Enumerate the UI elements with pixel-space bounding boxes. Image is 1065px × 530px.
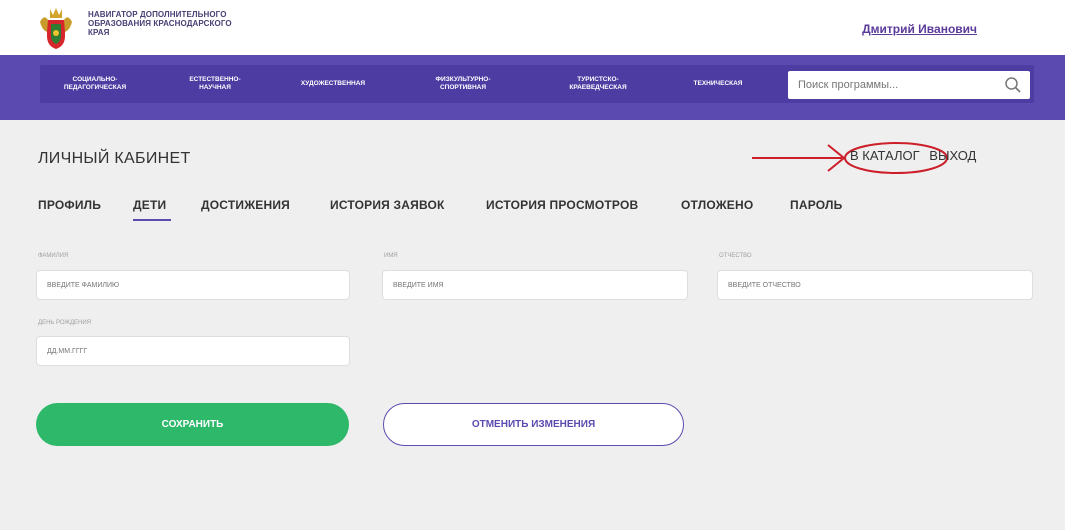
catalog-link[interactable]: В КАТАЛОГ [850,148,920,163]
logout-link[interactable]: ВЫХОД [929,148,976,163]
annotation-arrow [752,144,846,172]
user-name-link[interactable]: Дмитрий Иванович [862,22,977,36]
firstname-label: ИМЯ [384,253,398,259]
tab-password[interactable]: ПАРОЛЬ [790,198,842,212]
tab-deferred[interactable]: ОТЛОЖЕНО [681,198,753,212]
firstname-field [382,270,688,300]
patronymic-label: ОТЧЕСТВО [719,253,752,259]
nav-label: КРАЕВЕДЧЕСКАЯ [569,84,627,91]
nav-label: ХУДОЖЕСТВЕННАЯ [300,80,366,87]
birthdate-input[interactable] [37,337,349,365]
coat-of-arms-icon[interactable] [38,6,74,50]
cancel-changes-button[interactable]: ОТМЕНИТЬ ИЗМЕНЕНИЯ [383,403,684,446]
brand-name: НАВИГАТОР ДОПОЛНИТЕЛЬНОГО ОБРАЗОВАНИЯ КР… [88,10,288,37]
nav-label: ПЕДАГОГИЧЕСКАЯ [63,84,127,91]
birthdate-label: ДЕНЬ РОЖДЕНИЯ [38,320,91,326]
nav-label: СОЦИАЛЬНО- [72,76,118,83]
lastname-input[interactable] [37,271,349,299]
patronymic-input[interactable] [718,271,1032,299]
nav-item-sport[interactable]: ФИЗКУЛЬТУРНО- СПОРТИВНАЯ [410,65,516,103]
nav-item-technical[interactable]: ТЕХНИЧЕСКАЯ [678,65,758,103]
nav-label: НАУЧНАЯ [199,84,231,91]
nav-label: ТЕХНИЧЕСКАЯ [693,80,743,87]
save-button[interactable]: СОХРАНИТЬ [36,403,349,446]
header: НАВИГАТОР ДОПОЛНИТЕЛЬНОГО ОБРАЗОВАНИЯ КР… [0,0,1065,55]
nav-item-social[interactable]: СОЦИАЛЬНО- ПЕДАГОГИЧЕСКАЯ [40,65,150,103]
nav-label: ЕСТЕСТВЕННО- [189,76,241,83]
lastname-label: ФАМИЛИЯ [38,253,69,259]
nav-label: ТУРИСТСКО- [577,76,619,83]
category-nav: СОЦИАЛЬНО- ПЕДАГОГИЧЕСКАЯ ЕСТЕСТВЕННО- НАУ… [0,55,1065,120]
brand-line: ОБРАЗОВАНИЯ КРАСНОДАРСКОГО [88,19,232,28]
tab-achievements[interactable]: ДОСТИЖЕНИЯ [201,198,290,212]
nav-item-tourism[interactable]: ТУРИСТСКО- КРАЕВЕДЧЕСКАЯ [546,65,650,103]
firstname-input[interactable] [383,271,687,299]
search-input[interactable] [788,71,996,99]
lastname-field [36,270,350,300]
tab-application-history[interactable]: ИСТОРИЯ ЗАЯВОК [330,198,445,212]
nav-label: СПОРТИВНАЯ [439,84,487,91]
nav-label: ФИЗКУЛЬТУРНО- [435,76,491,83]
search-box [788,71,1030,99]
search-icon[interactable] [1004,76,1022,94]
birthdate-field [36,336,350,366]
brand-line: НАВИГАТОР ДОПОЛНИТЕЛЬНОГО [88,10,227,19]
tab-view-history[interactable]: ИСТОРИЯ ПРОСМОТРОВ [486,198,638,212]
patronymic-field [717,270,1033,300]
tab-profile[interactable]: ПРОФИЛЬ [38,198,101,212]
tab-children[interactable]: ДЕТИ [133,198,166,212]
page-title: ЛИЧНЫЙ КАБИНЕТ [38,150,191,167]
nav-item-science[interactable]: ЕСТЕСТВЕННО- НАУЧНАЯ [166,65,264,103]
brand-line: КРАЯ [88,28,110,37]
account-links: В КАТАЛОГ ВЫХОД [850,148,982,163]
nav-item-art[interactable]: ХУДОЖЕСТВЕННАЯ [284,65,382,103]
active-tab-indicator [133,219,171,221]
